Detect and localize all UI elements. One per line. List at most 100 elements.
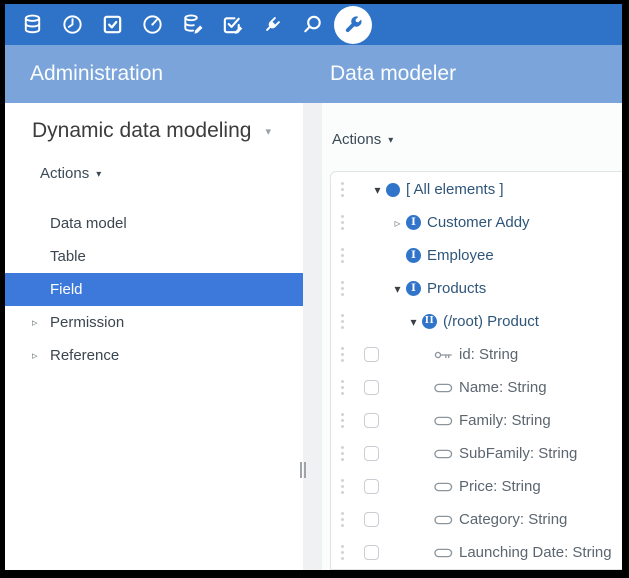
plug-icon — [261, 13, 284, 36]
root-element-icon: II — [422, 314, 437, 329]
row-checkbox[interactable] — [364, 545, 379, 560]
tree-row-price-string[interactable]: Price: String — [331, 470, 622, 503]
row-checkbox[interactable] — [364, 479, 379, 494]
toolbar-button-clock[interactable] — [52, 5, 92, 45]
toolbar-button-wrench[interactable] — [334, 6, 372, 44]
nav-item-data-model[interactable]: Data model — [5, 207, 303, 240]
left-panel-header-title: Administration — [30, 62, 163, 85]
wrench-icon — [342, 14, 364, 36]
right-panel: Actions ▾ ▾ [ All elements ] ▹ICustomer Ad… — [322, 103, 622, 570]
panel-resize-handle[interactable] — [300, 462, 306, 478]
tree-row-family-string[interactable]: Family: String — [331, 404, 622, 437]
toolbar-button-check-square[interactable] — [92, 5, 132, 45]
info-icon: I — [406, 281, 421, 296]
row-checkbox[interactable] — [364, 347, 379, 362]
panel-divider — [303, 103, 322, 570]
tree-node-label: Launching Date: String — [459, 544, 612, 561]
page-title-row: Dynamic data modeling ▾ — [32, 119, 303, 143]
tree-row-root-product[interactable]: ▾II (/root) Product — [331, 305, 622, 338]
drag-handle-icon[interactable] — [341, 182, 344, 197]
tree-node-label: Products — [427, 280, 486, 297]
left-panel-header: Administration — [5, 62, 322, 86]
drag-handle-icon[interactable] — [341, 413, 344, 428]
actions-label: Actions — [332, 131, 381, 148]
toolbar-button-check-square-edit[interactable] — [212, 5, 252, 45]
row-checkbox[interactable] — [364, 446, 379, 461]
actions-dropdown-right[interactable]: Actions ▾ — [332, 131, 622, 148]
all-elements-icon — [386, 183, 400, 197]
toolbar-button-plug[interactable] — [252, 5, 292, 45]
toolbar-button-database-edit[interactable] — [172, 5, 212, 45]
tree-row-id-string[interactable]: id: String — [331, 338, 622, 371]
toolbar-button-search[interactable] — [292, 5, 332, 45]
nav-item-table[interactable]: Table — [5, 240, 303, 273]
tree-node-label: Family: String — [459, 412, 551, 429]
nav-item-label: Data model — [50, 215, 127, 232]
tree-row-customer-addy[interactable]: ▹ICustomer Addy — [331, 206, 622, 239]
database-icon — [21, 13, 44, 36]
top-toolbar — [5, 4, 622, 45]
tree-node-label: [ All elements ] — [406, 181, 504, 198]
nav-item-field[interactable]: Field — [5, 273, 303, 306]
nav-item-label: Reference — [50, 347, 119, 364]
row-checkbox[interactable] — [364, 512, 379, 527]
check-square-edit-icon — [221, 13, 244, 36]
nav-item-permission[interactable]: ▹ Permission — [5, 306, 303, 339]
tree-row-products[interactable]: ▾I Products — [331, 272, 622, 305]
tree-row-name-string[interactable]: Name: String — [331, 371, 622, 404]
data-model-tree: ▾[ All elements ]▹ICustomer AddyIEmploye… — [330, 171, 622, 570]
field-icon — [434, 547, 453, 559]
expanded-caret-icon[interactable]: ▾ — [372, 183, 383, 197]
info-icon: I — [406, 215, 421, 230]
field-icon — [434, 514, 453, 526]
tree-row-subfamily-string[interactable]: SubFamily: String — [331, 437, 622, 470]
database-edit-icon — [181, 13, 204, 36]
nav-item-label: Permission — [50, 314, 124, 331]
tree-row-category-string[interactable]: Category: String — [331, 503, 622, 536]
key-icon — [434, 349, 453, 361]
drag-handle-icon[interactable] — [341, 512, 344, 527]
right-panel-header: Data modeler — [322, 62, 456, 86]
collapsed-caret-icon[interactable]: ▹ — [392, 216, 403, 230]
row-checkbox[interactable] — [364, 413, 379, 428]
header-bar: Administration Data modeler — [5, 45, 622, 103]
expanded-caret-icon[interactable]: ▾ — [392, 282, 403, 296]
tree-node-label: Employee — [427, 247, 494, 264]
tree-row-employee[interactable]: IEmployee — [331, 239, 622, 272]
expanded-caret-icon[interactable]: ▾ — [408, 315, 419, 329]
tree-node-label: Name: String — [459, 379, 547, 396]
drag-handle-icon[interactable] — [341, 545, 344, 560]
field-icon — [434, 481, 453, 493]
nav-item-reference[interactable]: ▹ Reference — [5, 339, 303, 372]
left-panel: Dynamic data modeling ▾ Actions ▾ Data m… — [5, 103, 303, 570]
drag-handle-icon[interactable] — [341, 215, 344, 230]
actions-label: Actions — [40, 165, 89, 182]
collapsed-caret-icon[interactable]: ▹ — [32, 349, 38, 362]
row-checkbox[interactable] — [364, 380, 379, 395]
field-icon — [434, 448, 453, 460]
title-dropdown-caret-icon[interactable]: ▾ — [265, 125, 271, 138]
toolbar-button-database[interactable] — [12, 5, 52, 45]
tree-node-label: id: String — [459, 346, 518, 363]
drag-handle-icon[interactable] — [341, 314, 344, 329]
field-icon — [434, 415, 453, 427]
drag-handle-icon[interactable] — [341, 248, 344, 263]
page-title: Dynamic data modeling — [32, 119, 251, 143]
drag-handle-icon[interactable] — [341, 479, 344, 494]
actions-dropdown-left[interactable]: Actions ▾ — [40, 165, 303, 182]
nav-item-label: Table — [50, 248, 86, 265]
drag-handle-icon[interactable] — [341, 380, 344, 395]
check-square-icon — [101, 13, 124, 36]
chevron-down-icon: ▾ — [96, 168, 101, 180]
drag-handle-icon[interactable] — [341, 347, 344, 362]
drag-handle-icon[interactable] — [341, 446, 344, 461]
tree-node-label: (/root) Product — [443, 313, 539, 330]
app-window: Administration Data modeler Dynamic data… — [0, 0, 629, 578]
toolbar-button-dashboard[interactable] — [132, 5, 172, 45]
tree-row-all-elements[interactable]: ▾ [ All elements ] — [331, 173, 622, 206]
collapsed-caret-icon[interactable]: ▹ — [32, 316, 38, 329]
search-icon — [301, 13, 324, 36]
tree-row-launching-date-string[interactable]: Launching Date: String — [331, 536, 622, 569]
drag-handle-icon[interactable] — [341, 281, 344, 296]
left-nav: Data model Table Field ▹ Permission ▹ Referenc… — [5, 207, 303, 372]
